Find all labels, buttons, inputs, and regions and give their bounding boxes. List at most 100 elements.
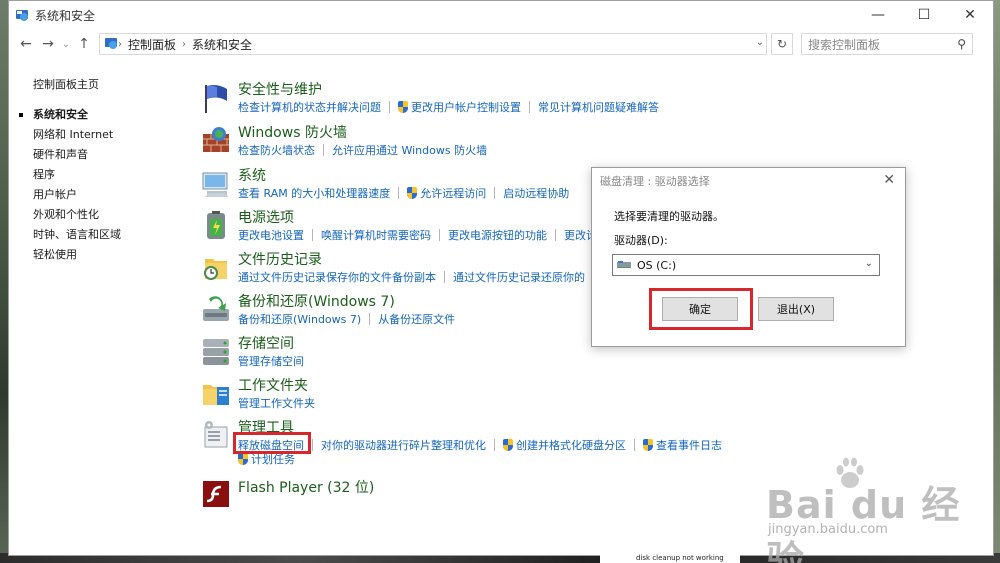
category-title[interactable]: 工作文件夹 [238,375,308,395]
breadcrumb-system-security[interactable]: 系统和安全 [192,36,252,53]
storage-icon [199,335,233,369]
navigation-bar: ← → ⌄ ↑ › 控制面板 › 系统和安全 ⌄ ↻ 搜索控制面板 ⚲ [9,29,993,59]
sidebar-item-network[interactable]: 网络和 Internet [33,125,121,145]
search-icon[interactable]: ⚲ [957,37,966,51]
disk-cleanup-dialog: 磁盘清理 : 驱动器选择 ✕ 选择要清理的驱动器。 驱动器(D): OS (C:… [591,167,906,347]
computer-icon [199,167,233,201]
link-divider [444,271,445,283]
sidebar-item-hardware[interactable]: 硬件和声音 [33,145,121,165]
chevron-down-icon[interactable]: ⌄ [865,258,873,269]
link-divider [494,187,496,199]
link-remote-assistance[interactable]: 启动远程协助 [503,185,569,201]
category-security-maintenance: 安全性与维护 检查计算机的状态并解决问题 更改用户帐户控制设置 常见计算机问题疑… [199,79,759,121]
drive-icon [617,260,631,270]
drive-select[interactable]: OS (C:) ⌄ [612,254,880,276]
link-remote-access[interactable]: 允许远程访问 [420,185,486,201]
search-placeholder: 搜索控制面板 [808,37,881,52]
uac-shield-icon [407,187,418,199]
category-title[interactable]: 安全性与维护 [238,79,322,99]
link-defragment[interactable]: 对你的驱动器进行碎片整理和优化 [321,437,486,453]
link-divider [369,313,371,325]
link-restore-files[interactable]: 通过文件历史记录还原你的 [453,269,585,285]
sidebar-item-programs[interactable]: 程序 [33,165,121,185]
baidu-watermark: Bai du 经验 jingyan.baidu.com [760,450,990,563]
link-divider [529,101,530,113]
category-title[interactable]: 文件历史记录 [238,249,322,269]
sidebar: 控制面板主页 系统和安全 网络和 Internet 硬件和声音 程序 用户帐户 … [19,75,121,265]
sidebar-item-clock-region[interactable]: 时钟、语言和区域 [33,225,121,245]
link-manage-work-folders[interactable]: 管理工作文件夹 [238,395,315,411]
close-button[interactable]: ✕ [947,1,993,29]
category-title[interactable]: Windows 防火墙 [238,122,347,142]
link-battery-settings[interactable]: 更改电池设置 [238,227,304,243]
category-title[interactable]: 存储空间 [238,333,294,353]
link-create-partition[interactable]: 创建并格式化硬盘分区 [516,437,626,453]
category-title[interactable]: Flash Player (32 位) [238,477,374,497]
category-title[interactable]: 系统 [238,165,266,185]
watermark-url: jingyan.baidu.com [768,522,888,537]
address-bar[interactable]: › 控制面板 › 系统和安全 ⌄ [99,33,767,55]
uac-shield-icon [643,439,653,451]
uac-shield-icon [503,439,513,451]
link-divider [323,144,324,156]
title-bar: 系统和安全 — ☐ ✕ [9,1,993,29]
sidebar-item-user-accounts[interactable]: 用户帐户 [33,185,121,205]
category-title[interactable]: 电源选项 [238,207,294,227]
up-arrow-icon[interactable]: ↑ [73,33,95,55]
highlight-free-disk-space [233,432,311,454]
admin-tools-icon [199,419,233,453]
link-event-logs[interactable]: 查看事件日志 [656,437,722,453]
link-save-backup[interactable]: 通过文件历史记录保存你的文件备份副本 [238,269,436,285]
link-divider [494,439,495,451]
work-folder-icon [199,377,233,411]
breadcrumb-separator-icon: › [118,38,122,50]
sidebar-item-ease-of-access[interactable]: 轻松使用 [33,245,121,265]
flag-icon [199,81,233,115]
link-restore-from-backup[interactable]: 从备份还原文件 [378,311,455,327]
backup-icon [199,293,233,327]
folder-clock-icon [199,251,233,285]
dialog-title: 磁盘清理 : 驱动器选择 [600,175,710,188]
link-require-password[interactable]: 唤醒计算机时需要密码 [321,227,431,243]
drive-value: OS (C:) [637,258,677,272]
link-divider [634,439,635,451]
category-firewall: Windows 防火墙 检查防火墙状态 允许应用通过 Windows 防火墙 [199,122,759,164]
breadcrumb-separator-icon: › [182,38,187,50]
uac-shield-icon [238,453,248,465]
watermark-text: Bai du 经验 [766,483,961,563]
address-control-panel-icon [104,36,118,53]
link-allow-app[interactable]: 允许应用通过 Windows 防火墙 [332,142,487,158]
search-input[interactable]: 搜索控制面板 ⚲ [801,33,973,55]
link-power-button[interactable]: 更改电源按钮的功能 [448,227,547,243]
forward-arrow-icon[interactable]: → [37,33,59,55]
address-dropdown-icon[interactable]: ⌄ [756,37,764,48]
link-divider [439,229,440,241]
exit-button[interactable]: 退出(X) [758,297,834,321]
sidebar-item-home[interactable]: 控制面板主页 [33,75,121,95]
link-backup-restore[interactable]: 备份和还原(Windows 7) [238,311,361,327]
recent-dropdown-icon[interactable]: ⌄ [59,33,73,55]
refresh-icon[interactable]: ↻ [771,33,793,55]
dialog-prompt: 选择要清理的驱动器。 [614,210,724,223]
maximize-button[interactable]: ☐ [901,1,947,29]
link-view-ram[interactable]: 查看 RAM 的大小和处理器速度 [238,185,390,201]
link-change-uac[interactable]: 更改用户帐户控制设置 [411,99,521,115]
close-icon[interactable]: ✕ [883,172,895,188]
link-divider [312,439,313,451]
link-check-status[interactable]: 检查计算机的状态并解决问题 [238,99,381,115]
drive-label: 驱动器(D): [614,234,668,247]
link-troubleshoot[interactable]: 常见计算机问题疑难解答 [538,99,659,115]
back-arrow-icon[interactable]: ← [15,33,37,55]
category-title[interactable]: 备份和还原(Windows 7) [238,291,395,311]
link-manage-storage[interactable]: 管理存储空间 [238,353,304,369]
uac-shield-icon [398,101,408,113]
link-firewall-status[interactable]: 检查防火墙状态 [238,142,315,158]
link-divider [312,229,313,241]
breadcrumb-control-panel[interactable]: 控制面板 [128,36,176,53]
sidebar-item-system-security[interactable]: 系统和安全 [19,105,121,125]
category-work-folders: 工作文件夹 管理工作文件夹 [199,375,759,417]
control-panel-icon [15,8,29,22]
taskbar-snippet: disk cleanup not working [600,553,740,563]
minimize-button[interactable]: — [855,1,901,29]
sidebar-item-appearance[interactable]: 外观和个性化 [33,205,121,225]
